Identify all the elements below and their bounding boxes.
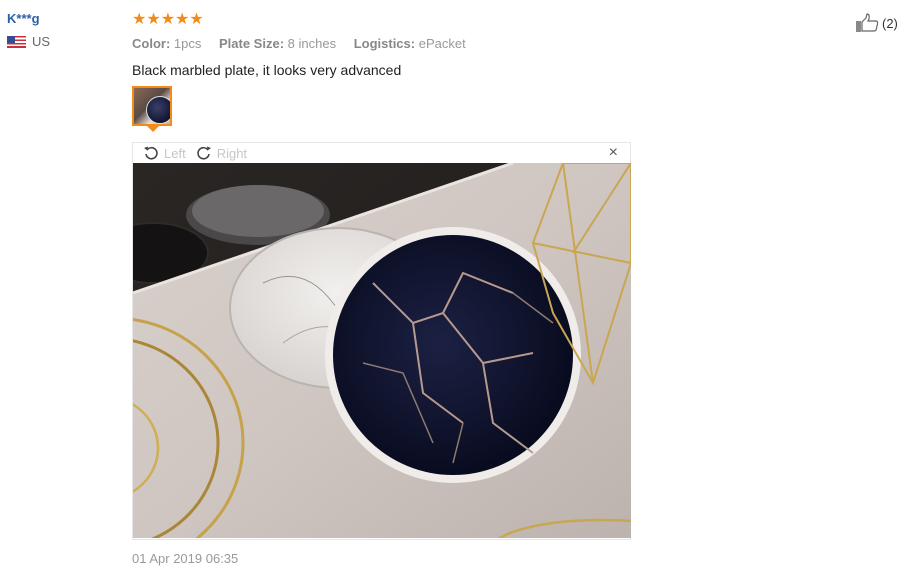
reviewer-name[interactable]: K***g bbox=[7, 11, 50, 26]
reviewer-country: US bbox=[7, 34, 50, 49]
viewer-toolbar: Left Right × bbox=[133, 143, 630, 163]
marble-plates-photo bbox=[133, 163, 631, 538]
country-code: US bbox=[32, 34, 51, 49]
reviewer-info: K***g US bbox=[7, 11, 50, 49]
review-photo bbox=[133, 163, 631, 538]
review-photo-thumbnail[interactable] bbox=[132, 86, 172, 126]
helpful-count: (2) bbox=[882, 15, 898, 31]
close-viewer-button[interactable]: × bbox=[609, 144, 618, 162]
photo-viewer: Left Right × bbox=[132, 142, 631, 540]
rotate-left-button[interactable]: Left bbox=[143, 145, 186, 161]
helpful-button[interactable]: (2) bbox=[855, 13, 898, 33]
review-date: 01 Apr 2019 06:35 bbox=[132, 551, 239, 566]
rotate-right-icon bbox=[196, 146, 211, 160]
thumbnail-plate-image bbox=[146, 96, 170, 124]
product-attributes: Color: 1pcs Plate Size: 8 inches Logisti… bbox=[132, 36, 632, 51]
thumbs-up-icon bbox=[856, 13, 879, 32]
us-flag-icon bbox=[7, 35, 26, 48]
thumbnail-selected-caret bbox=[147, 126, 159, 132]
attr-color: Color: 1pcs bbox=[132, 36, 202, 51]
rotate-right-button[interactable]: Right bbox=[196, 145, 247, 161]
rotate-left-icon bbox=[144, 146, 158, 160]
review-text: Black marbled plate, it looks very advan… bbox=[132, 62, 402, 78]
star-rating: ★★★★★ bbox=[132, 11, 204, 28]
attr-logistics: Logistics: ePacket bbox=[353, 36, 466, 51]
review-body: ★★★★★ Color: 1pcs Plate Size: 8 inches L… bbox=[132, 11, 632, 78]
attr-plate-size: Plate Size: 8 inches bbox=[219, 36, 337, 51]
